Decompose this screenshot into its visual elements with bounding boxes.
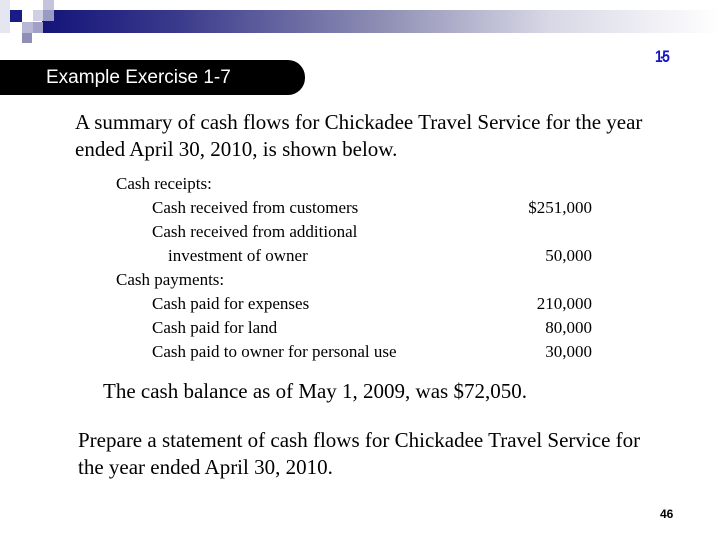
decorative-square	[10, 10, 22, 22]
cash-flow-summary: Cash receipts: Cash received from custom…	[116, 172, 596, 364]
decorative-square	[0, 0, 10, 33]
table-row: Cash received from additional	[116, 220, 596, 244]
header-gradient-bar	[42, 10, 720, 33]
page-number: 46	[660, 507, 674, 521]
row-label: Cash received from additional	[152, 222, 358, 241]
decorative-square	[33, 10, 43, 21]
row-label: Cash paid for land	[152, 318, 278, 337]
row-label: Cash paid to owner for personal use	[152, 342, 397, 361]
instruction-paragraph: Prepare a statement of cash flows for Ch…	[78, 428, 641, 479]
exercise-title-banner: Example Exercise 1-7	[0, 60, 305, 95]
payments-heading-row: Cash payments:	[116, 268, 596, 292]
decorative-square	[22, 22, 33, 33]
table-row: Cash paid for expenses 210,000	[116, 292, 596, 316]
chapter-number: 1-5	[655, 47, 670, 66]
decorative-square	[43, 0, 54, 10]
decorative-square	[33, 22, 43, 33]
row-amount: 210,000	[536, 294, 592, 313]
cash-balance-note: The cash balance as of May 1, 2009, was …	[103, 379, 527, 403]
payments-heading: Cash payments:	[116, 270, 225, 289]
decorative-square	[43, 10, 54, 21]
decorative-square	[22, 0, 32, 10]
decorative-square	[22, 33, 32, 43]
table-row: Cash paid for land 80,000	[116, 316, 596, 340]
row-amount: $251,000	[528, 198, 592, 217]
row-label: Cash paid for expenses	[152, 294, 310, 313]
table-row: Cash paid to owner for personal use 30,0…	[116, 340, 596, 364]
row-label: investment of owner	[168, 246, 308, 265]
row-label: Cash received from customers	[152, 198, 359, 217]
table-row: Cash received from customers $251,000	[116, 196, 596, 220]
receipts-heading: Cash receipts:	[116, 174, 212, 193]
row-amount: 50,000	[545, 246, 592, 265]
row-amount: 30,000	[545, 342, 592, 361]
row-amount: 80,000	[545, 318, 592, 337]
exercise-title: Example Exercise 1-7	[46, 67, 231, 88]
table-row: investment of owner 50,000	[116, 244, 596, 268]
intro-paragraph: A summary of cash flows for Chickadee Tr…	[75, 110, 643, 161]
receipts-heading-row: Cash receipts:	[116, 172, 596, 196]
